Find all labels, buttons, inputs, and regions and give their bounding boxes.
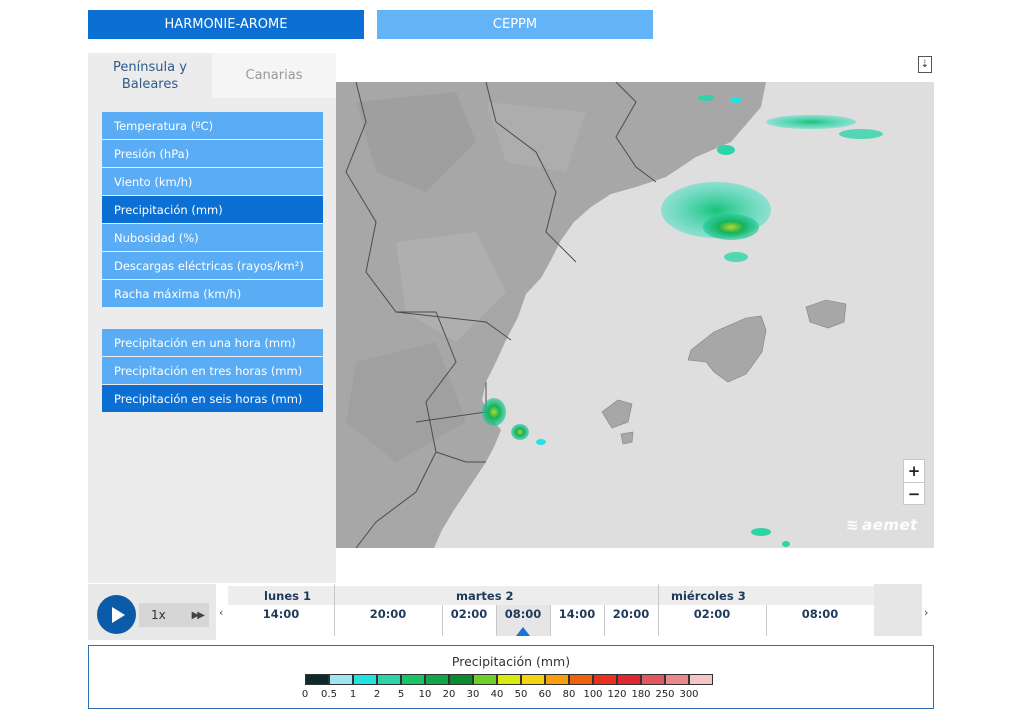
variable-nubosidad[interactable]: Nubosidad (%): [102, 224, 323, 251]
download-icon[interactable]: ⇣: [918, 56, 932, 73]
legend-swatch: [305, 674, 329, 685]
aemet-logo: ≋ aemet: [846, 516, 918, 534]
precip-option-una-hora[interactable]: Precipitación en una hora (mm): [102, 329, 323, 356]
divider: [604, 605, 605, 636]
variable-viento[interactable]: Viento (km/h): [102, 168, 323, 195]
divider: [334, 584, 335, 636]
legend-tick-label: 50: [514, 689, 528, 700]
aemet-logo-icon: ≋: [846, 516, 860, 534]
legend-swatch: [689, 674, 713, 685]
timeline: 1x ▶▶ ‹ lunes 1 martes 2 miércoles 3 14:…: [88, 584, 934, 640]
current-time-marker: [516, 627, 530, 636]
legend-tick-label: 300: [679, 689, 699, 700]
legend-swatch: [617, 674, 641, 685]
fast-forward-icon[interactable]: ▶▶: [192, 610, 205, 621]
hour-slot-current[interactable]: 08:00: [496, 605, 550, 636]
legend-swatch: [545, 674, 569, 685]
hour-slot[interactable]: 14:00: [550, 605, 604, 636]
legend-swatch: [401, 674, 425, 685]
legend-tick-label: 5: [397, 689, 405, 700]
timeline-days: lunes 1 martes 2 miércoles 3: [228, 586, 874, 605]
legend-swatch: [521, 674, 545, 685]
hour-slot[interactable]: 02:00: [658, 605, 766, 636]
variable-list: Temperatura (ºC) Presión (hPa) Viento (k…: [102, 112, 323, 308]
legend-tick-label: 120: [607, 689, 627, 700]
legend-swatch: [377, 674, 401, 685]
legend-swatch: [425, 674, 449, 685]
legend-tick-label: 250: [655, 689, 675, 700]
legend-tick-label: 20: [442, 689, 456, 700]
legend-swatch: [569, 674, 593, 685]
precipitation-legend: Precipitación (mm) 0 0.5 1 2 5 10 20 30 40 50 60 80…: [88, 645, 934, 709]
hour-slot[interactable]: 02:00: [442, 605, 496, 636]
legend-tick-label: 0.5: [321, 689, 337, 700]
day-label: miércoles 3: [671, 588, 746, 603]
tab-ceppm[interactable]: CEPPM: [377, 10, 653, 39]
legend-swatch: [449, 674, 473, 685]
precip-option-seis-horas[interactable]: Precipitación en seis horas (mm): [102, 385, 323, 412]
divider: [550, 605, 551, 636]
precip-options-list: Precipitación en una hora (mm) Precipita…: [102, 329, 323, 413]
player-controls: 1x ▶▶: [88, 584, 216, 640]
timeline-next-arrow[interactable]: ›: [924, 606, 928, 619]
legend-tick-label: 0: [301, 689, 309, 700]
legend-tick-label: 80: [562, 689, 576, 700]
legend-color-scale: [305, 674, 713, 685]
play-button[interactable]: [97, 595, 136, 634]
divider: [766, 605, 767, 636]
zoom-control: + −: [903, 459, 925, 505]
variable-temperatura[interactable]: Temperatura (ºC): [102, 112, 323, 139]
speed-selector[interactable]: 1x ▶▶: [139, 603, 209, 627]
variable-precipitacion[interactable]: Precipitación (mm): [102, 196, 323, 223]
legend-ticks: 0 0.5 1 2 5 10 20 30 40 50 60 80 100 120 180 250 300: [301, 689, 721, 703]
play-icon: [112, 606, 125, 623]
aemet-logo-text: aemet: [862, 516, 918, 534]
variable-descargas-electricas[interactable]: Descargas eléctricas (rayos/km²): [102, 252, 323, 279]
legend-tick-label: 60: [538, 689, 552, 700]
legend-tick-label: 30: [466, 689, 480, 700]
divider: [442, 605, 443, 636]
day-label: lunes 1: [264, 588, 311, 603]
timeline-prev-arrow[interactable]: ‹: [219, 606, 223, 619]
legend-tick-label: 2: [373, 689, 381, 700]
region-tabs: Península y Baleares Canarias: [88, 53, 336, 98]
hour-slot[interactable]: 08:00: [766, 605, 874, 636]
hour-slot[interactable]: 14:00: [228, 605, 334, 636]
legend-title: Precipitación (mm): [451, 654, 571, 669]
legend-swatch: [593, 674, 617, 685]
legend-tick-label: 10: [418, 689, 432, 700]
legend-swatch: [473, 674, 497, 685]
legend-tick-label: 1: [349, 689, 357, 700]
precip-option-tres-horas[interactable]: Precipitación en tres horas (mm): [102, 357, 323, 384]
legend-tick-label: 180: [631, 689, 651, 700]
legend-tick-label: 40: [490, 689, 504, 700]
legend-swatch: [665, 674, 689, 685]
legend-swatch: [353, 674, 377, 685]
tab-canarias[interactable]: Canarias: [212, 53, 336, 98]
variable-presion[interactable]: Presión (hPa): [102, 140, 323, 167]
map-canvas: [336, 82, 934, 548]
sidebar: Península y Baleares Canarias Temperatur…: [88, 53, 336, 583]
legend-swatch: [329, 674, 353, 685]
legend-swatch: [641, 674, 665, 685]
zoom-in-button[interactable]: +: [904, 460, 924, 482]
island-formentera: [620, 431, 634, 445]
speed-label: 1x: [151, 608, 166, 622]
hour-label: 08:00: [504, 607, 542, 621]
weather-map[interactable]: [336, 82, 934, 548]
hour-slot[interactable]: 20:00: [334, 605, 442, 636]
timeline-end: [874, 584, 922, 636]
zoom-out-button[interactable]: −: [904, 482, 924, 504]
tab-harmonie-arome[interactable]: HARMONIE-AROME: [88, 10, 364, 39]
hour-slot[interactable]: 20:00: [604, 605, 658, 636]
divider: [658, 584, 659, 636]
variable-racha-maxima[interactable]: Racha máxima (km/h): [102, 280, 323, 307]
timeline-hours: 14:00 20:00 02:00 08:00 14:00 20:00 02:0…: [228, 605, 874, 636]
legend-swatch: [497, 674, 521, 685]
legend-tick-label: 100: [583, 689, 603, 700]
day-label: martes 2: [456, 588, 514, 603]
divider: [496, 605, 497, 636]
tab-peninsula-baleares[interactable]: Península y Baleares: [88, 53, 212, 98]
